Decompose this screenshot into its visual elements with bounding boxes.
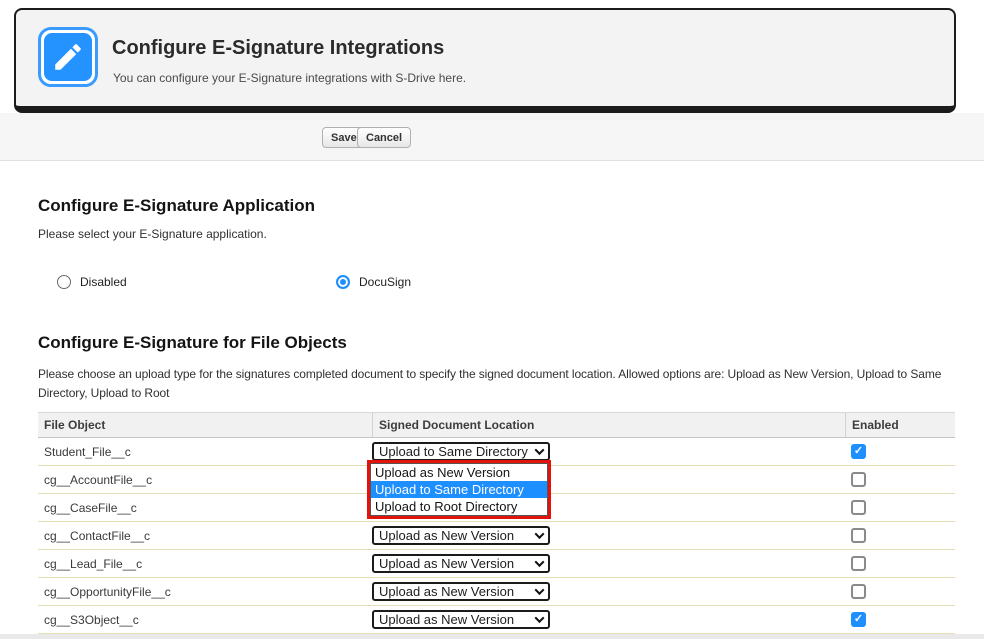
page-subtitle: You can configure your E-Signature integ… <box>113 71 466 85</box>
table-header-row: File Object Signed Document Location Ena… <box>38 412 955 438</box>
column-header-enabled: Enabled <box>845 413 955 437</box>
check-icon: ✓ <box>854 446 863 457</box>
location-select[interactable]: Upload as New Version <box>372 554 550 573</box>
radio-option-disabled[interactable]: Disabled <box>57 274 127 290</box>
check-icon: ✓ <box>854 614 863 625</box>
location-select[interactable]: Upload as New Version <box>372 582 550 601</box>
file-object-name: cg__S3Object__c <box>38 606 372 633</box>
location-select[interactable]: Upload to Same Directory <box>372 442 550 461</box>
file-object-name: cg__AccountFile__c <box>38 466 372 493</box>
chevron-down-icon <box>535 529 545 539</box>
column-header-location: Signed Document Location <box>372 413 845 437</box>
header-panel: Configure E-Signature Integrations You c… <box>14 8 956 113</box>
file-object-name: cg__ContactFile__c <box>38 522 372 549</box>
enabled-checkbox[interactable]: ✓ <box>851 444 866 459</box>
cancel-button[interactable]: Cancel <box>357 127 411 148</box>
toolbar: Save Cancel <box>0 113 984 161</box>
dropdown-option[interactable]: Upload to Same Directory <box>371 481 547 498</box>
file-section-heading: Configure E-Signature for File Objects <box>38 333 347 353</box>
enabled-checkbox[interactable]: ✓ <box>851 584 866 599</box>
location-select-value: Upload as New Version <box>379 584 536 599</box>
file-section-description: Please choose an upload type for the sig… <box>38 365 954 402</box>
column-header-file-object: File Object <box>38 413 372 437</box>
radio-button[interactable] <box>57 275 71 289</box>
app-icon-frame <box>38 27 98 87</box>
table-row: cg__S3Object__c Upload as New Version ✓ <box>38 606 955 634</box>
radio-label: DocuSign <box>359 275 411 289</box>
location-dropdown-list: Upload as New Version Upload to Same Dir… <box>370 463 548 516</box>
pencil-icon <box>44 33 92 81</box>
table-row: cg__Lead_File__c Upload as New Version ✓ <box>38 550 955 578</box>
enabled-checkbox[interactable]: ✓ <box>851 556 866 571</box>
page-title: Configure E-Signature Integrations <box>112 37 444 60</box>
app-section-heading: Configure E-Signature Application <box>38 196 315 216</box>
chevron-down-icon <box>535 585 545 595</box>
table-row: cg__OpportunityFile__c Upload as New Ver… <box>38 578 955 606</box>
location-select-value: Upload as New Version <box>379 556 536 571</box>
page-bottom-edge <box>0 634 984 639</box>
location-select[interactable]: Upload as New Version <box>372 526 550 545</box>
dropdown-option[interactable]: Upload as New Version <box>371 464 547 481</box>
chevron-down-icon <box>535 613 545 623</box>
app-section-description: Please select your E-Signature applicati… <box>38 227 267 241</box>
chevron-down-icon <box>535 557 545 567</box>
radio-option-docusign[interactable]: DocuSign <box>336 274 411 290</box>
location-select[interactable]: Upload as New Version <box>372 610 550 629</box>
enabled-checkbox[interactable]: ✓ <box>851 472 866 487</box>
location-select-value: Upload to Same Directory <box>379 444 536 459</box>
location-select-value: Upload as New Version <box>379 612 536 627</box>
location-select-value: Upload as New Version <box>379 528 536 543</box>
radio-label: Disabled <box>80 275 127 289</box>
enabled-checkbox[interactable]: ✓ <box>851 500 866 515</box>
file-object-name: cg__CaseFile__c <box>38 494 372 521</box>
file-object-name: Student_File__c <box>38 438 372 465</box>
file-objects-table: File Object Signed Document Location Ena… <box>38 412 955 634</box>
dropdown-option[interactable]: Upload to Root Directory <box>371 498 547 515</box>
enabled-checkbox[interactable]: ✓ <box>851 528 866 543</box>
file-object-name: cg__OpportunityFile__c <box>38 578 372 605</box>
page: Configure E-Signature Integrations You c… <box>0 0 984 639</box>
radio-button[interactable] <box>336 275 350 289</box>
file-object-name: cg__Lead_File__c <box>38 550 372 577</box>
enabled-checkbox[interactable]: ✓ <box>851 612 866 627</box>
annotation-highlight-box: Upload as New Version Upload to Same Dir… <box>367 460 551 519</box>
table-row: cg__ContactFile__c Upload as New Version… <box>38 522 955 550</box>
chevron-down-icon <box>535 445 545 455</box>
